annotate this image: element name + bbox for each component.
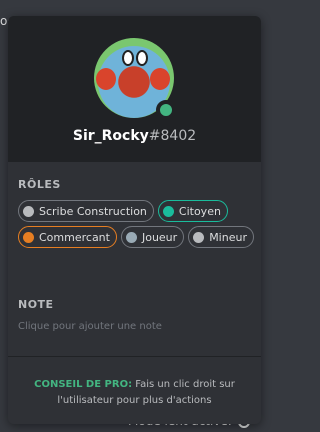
role-color-icon[interactable] — [193, 231, 205, 243]
role-label: Scribe Construction — [39, 204, 147, 218]
avatar[interactable] — [94, 38, 176, 120]
online-status-icon — [156, 100, 176, 120]
role-pill[interactable]: Mineur — [188, 226, 254, 248]
popout-header: Sir_Rocky#8402 — [8, 16, 261, 162]
role-label: Mineur — [209, 230, 247, 244]
user-popout: Sir_Rocky#8402 RÔLES Scribe Construction… — [8, 16, 261, 424]
role-label: Citoyen — [178, 204, 221, 218]
role-pill[interactable]: Scribe Construction — [18, 200, 154, 222]
avatar-claw-right — [150, 68, 170, 90]
username[interactable]: Sir_Rocky#8402 — [8, 128, 261, 144]
role-label: Joueur — [141, 230, 178, 244]
avatar-eye-right — [136, 50, 148, 66]
avatar-eye-left — [122, 50, 134, 66]
note-input[interactable]: Clique pour ajouter une note — [18, 321, 162, 332]
role-color-icon[interactable] — [23, 205, 34, 217]
role-label: Commercant — [39, 230, 110, 244]
pro-tip-label: CONSEIL DE PRO: — [34, 379, 133, 390]
username-name: Sir_Rocky — [72, 128, 149, 144]
roles-title: RÔLES — [18, 178, 61, 191]
roles-list: Scribe Construction Citoyen Commercant Joue… — [18, 200, 254, 248]
role-pill[interactable]: Commercant — [18, 226, 117, 248]
role-color-icon[interactable] — [125, 231, 137, 243]
pro-tip: CONSEIL DE PRO: Fais un clic droit sur l… — [8, 357, 261, 424]
note-title: NOTE — [18, 298, 54, 311]
role-color-icon[interactable] — [162, 205, 174, 217]
role-color-icon[interactable] — [23, 231, 34, 243]
username-discriminator: #8402 — [148, 128, 197, 144]
role-pill[interactable]: Citoyen — [157, 200, 228, 222]
role-pill[interactable]: Joueur — [120, 226, 185, 248]
avatar-claw-left — [96, 68, 116, 90]
